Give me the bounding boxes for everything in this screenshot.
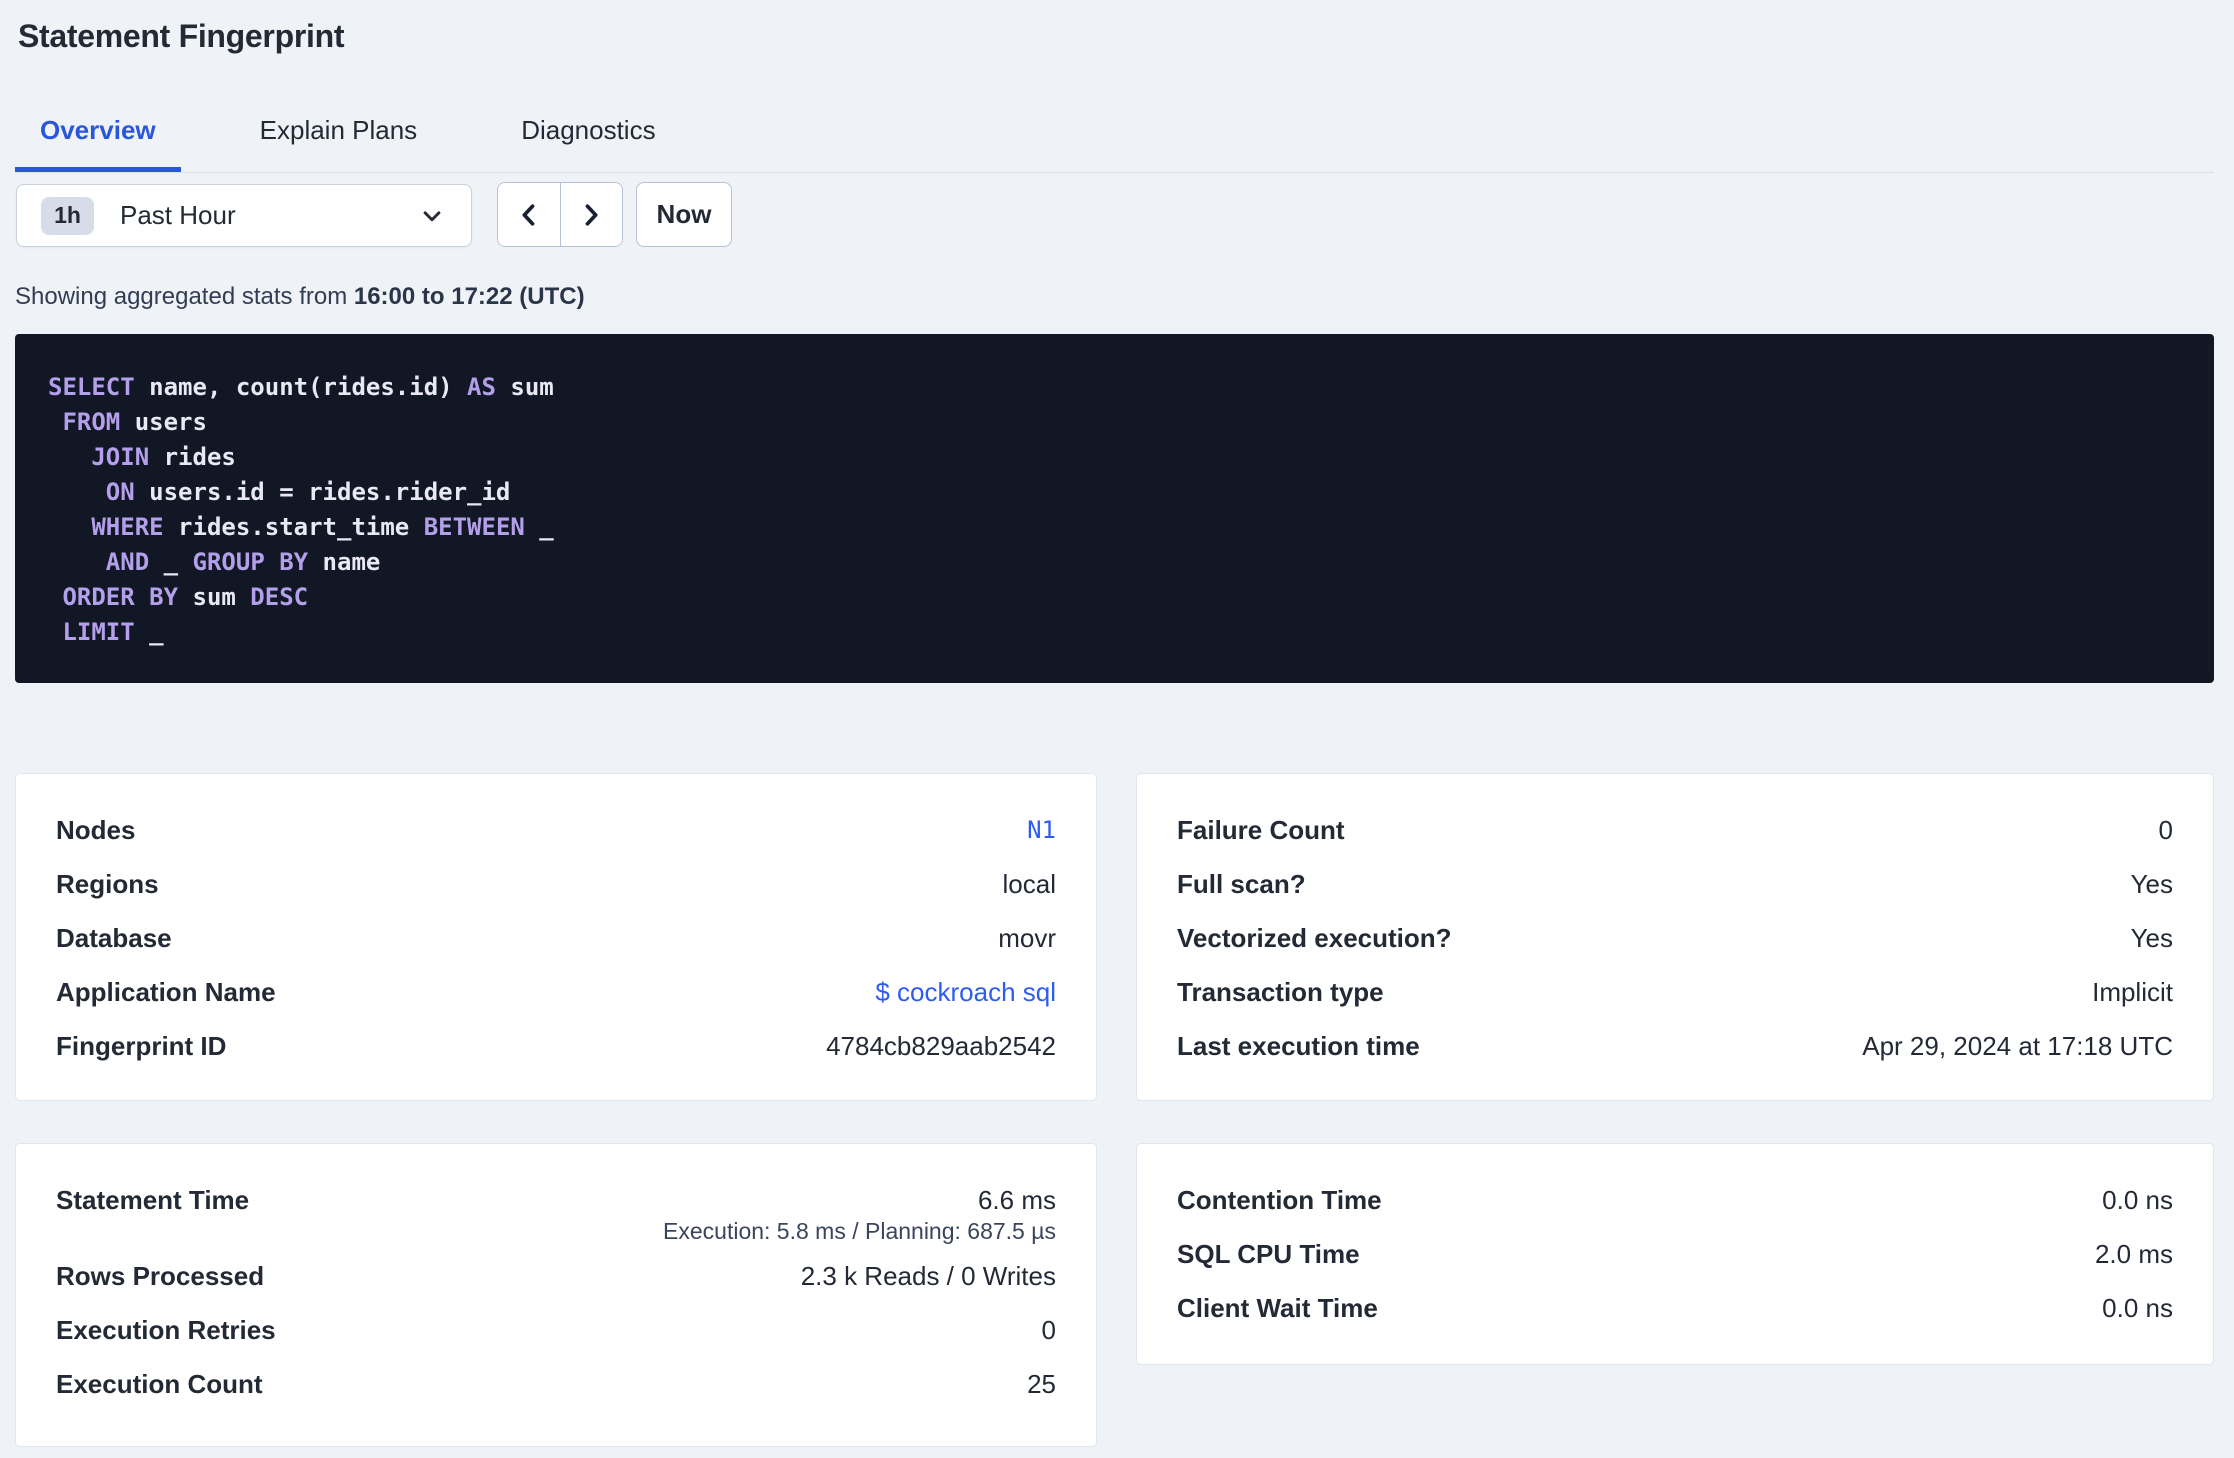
tab-overview[interactable]: Overview (15, 94, 181, 172)
row-value: 2.0 ms (2094, 1238, 2173, 1269)
statement-fingerprint-page: Statement Fingerprint Overview Explain P… (0, 0, 2234, 1458)
next-time-range-button[interactable] (560, 183, 622, 246)
row-value: 0.0 ns (2102, 1292, 2173, 1323)
row-label: Application Name (56, 976, 276, 1007)
row-label: Regions (56, 868, 159, 899)
aggregated-stats-range: 16:00 to 17:22 (UTC) (353, 283, 585, 310)
row-value: Apr 29, 2024 at 17:18 UTC (1862, 1030, 2173, 1061)
row-label: Rows Processed (56, 1260, 265, 1291)
now-button[interactable]: Now (636, 182, 732, 247)
time-range-selected-value: Past Hour (120, 200, 236, 230)
row-label: SQL CPU Time (1177, 1238, 1360, 1269)
row-label: Transaction type (1177, 976, 1384, 1007)
chevron-left-icon (522, 203, 535, 226)
aggregated-stats-prefix: Showing aggregated stats from (15, 283, 354, 310)
row-value: Implicit (2092, 976, 2173, 1007)
row-value: 4784cb829aab2542 (826, 1030, 1056, 1061)
aggregated-stats-caption: Showing aggregated stats from 16:00 to 1… (15, 283, 585, 311)
row-value: local (1002, 868, 1056, 899)
tab-diagnostics-label: Diagnostics (521, 115, 656, 145)
statement-details-card: Nodes N1 Regions local Database movr App… (15, 773, 1097, 1101)
time-range-pager (497, 182, 623, 247)
row-full-scan: Full scan? Yes (1177, 857, 2173, 911)
chevron-down-icon (423, 210, 441, 221)
row-label: Vectorized execution? (1177, 922, 1452, 953)
row-label: Full scan? (1177, 868, 1306, 899)
row-label: Contention Time (1177, 1184, 1382, 1215)
tab-explain-plans-label: Explain Plans (259, 115, 418, 145)
row-fingerprint-id: Fingerprint ID 4784cb829aab2542 (56, 1019, 1056, 1073)
statement-performance-card: Statement Time 6.6 ms Execution: 5.8 ms … (15, 1143, 1097, 1447)
row-value: movr (998, 922, 1056, 953)
row-label: Nodes (56, 814, 136, 845)
tab-explain-plans[interactable]: Explain Plans (235, 94, 443, 172)
row-regions: Regions local (56, 857, 1056, 911)
row-label: Statement Time (56, 1184, 250, 1215)
row-value: 2.3 k Reads / 0 Writes (800, 1260, 1056, 1291)
execution-attributes-card: Failure Count 0 Full scan? Yes Vectorize… (1136, 773, 2214, 1101)
row-sql-cpu-time: SQL CPU Time 2.0 ms (1177, 1227, 2173, 1281)
row-label: Database (56, 922, 172, 953)
row-value: 0.0 ns (2102, 1184, 2173, 1215)
time-range-badge: 1h (41, 196, 94, 235)
sql-line: AND _ GROUP BY name (105, 548, 381, 576)
application-name-link[interactable]: $ cockroach sql (875, 977, 1056, 1008)
row-value: 0 (1041, 1314, 1056, 1345)
row-label: Last execution time (1177, 1030, 1420, 1061)
row-last-execution-time: Last execution time Apr 29, 2024 at 17:1… (1177, 1019, 2173, 1073)
row-application-name: Application Name $ cockroach sql (56, 965, 1056, 1019)
tab-diagnostics[interactable]: Diagnostics (496, 94, 680, 172)
sql-line: ORDER BY sum DESC (62, 583, 309, 611)
row-client-wait-time: Client Wait Time 0.0 ns (1177, 1281, 2173, 1335)
sql-line: SELECT name, count(rides.id) AS sum (48, 373, 554, 401)
sql-line: JOIN rides (91, 443, 236, 471)
row-value: 0 (2158, 814, 2173, 845)
sql-statement-box: SELECT name, count(rides.id) AS sum FROM… (15, 334, 2214, 683)
row-execution-count: Execution Count 25 (56, 1357, 1056, 1411)
statement-time-breakdown: Execution: 5.8 ms / Planning: 687.5 µs (663, 1218, 1056, 1244)
row-value: 6.6 ms (977, 1184, 1056, 1215)
row-rows-processed: Rows Processed 2.3 k Reads / 0 Writes (56, 1249, 1056, 1303)
row-database: Database movr (56, 911, 1056, 965)
row-value: Yes (2130, 868, 2173, 899)
sql-line: FROM users (62, 408, 207, 436)
row-value: 25 (1027, 1368, 1056, 1399)
row-label: Execution Retries (56, 1314, 276, 1345)
row-label: Client Wait Time (1177, 1292, 1378, 1323)
sql-line: LIMIT _ (62, 618, 164, 646)
row-vectorized-execution: Vectorized execution? Yes (1177, 911, 2173, 965)
row-label: Execution Count (56, 1368, 263, 1399)
sql-line: WHERE rides.start_time BETWEEN _ (91, 513, 554, 541)
row-value: Yes (2130, 922, 2173, 953)
previous-time-range-button[interactable] (498, 183, 561, 246)
chevron-right-icon (585, 203, 598, 226)
page-title: Statement Fingerprint (18, 18, 345, 54)
row-execution-retries: Execution Retries 0 (56, 1303, 1056, 1357)
row-contention-time: Contention Time 0.0 ns (1177, 1173, 2173, 1227)
tab-overview-label: Overview (40, 115, 156, 145)
row-label: Fingerprint ID (56, 1030, 227, 1061)
time-range-dropdown[interactable]: 1h Past Hour (16, 184, 472, 247)
timing-breakdown-card: Contention Time 0.0 ns SQL CPU Time 2.0 … (1136, 1143, 2214, 1365)
node-link[interactable]: N1 (1027, 816, 1056, 844)
sql-line: ON users.id = rides.rider_id (105, 478, 511, 506)
tab-bar: Overview Explain Plans Diagnostics (15, 94, 2214, 173)
row-failure-count: Failure Count 0 (1177, 803, 2173, 857)
row-transaction-type: Transaction type Implicit (1177, 965, 2173, 1019)
row-nodes: Nodes N1 (56, 803, 1056, 857)
row-label: Failure Count (1177, 814, 1345, 845)
